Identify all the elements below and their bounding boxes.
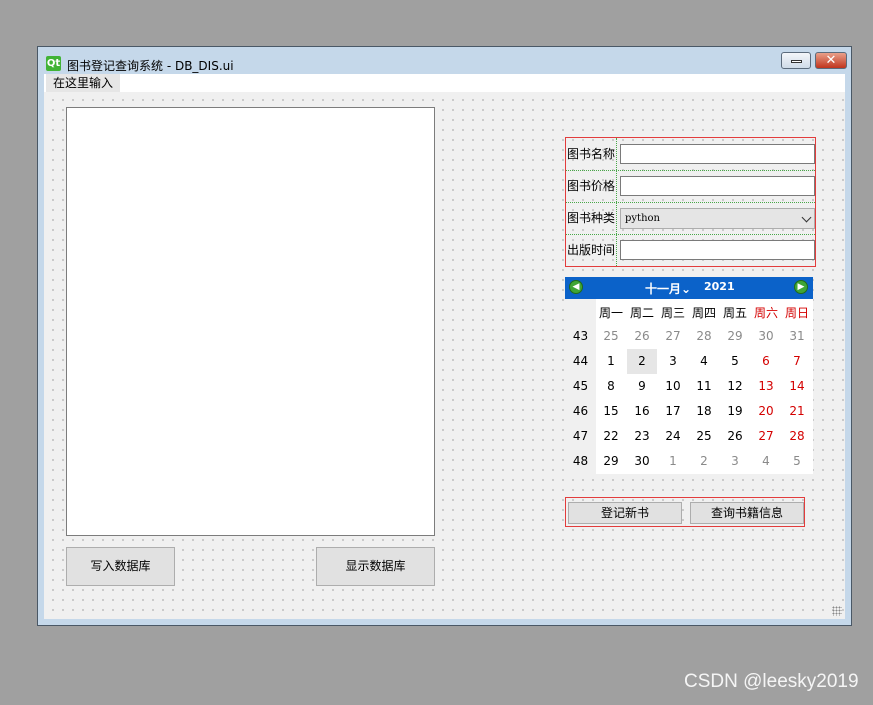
calendar-day[interactable]: 14: [782, 374, 812, 399]
qt-logo-icon: Qt: [46, 56, 61, 71]
calendar-day[interactable]: 17: [658, 399, 688, 424]
book-list-view[interactable]: [66, 107, 435, 536]
menu-placeholder-item[interactable]: 在这里输入: [46, 74, 121, 92]
calendar-day[interactable]: 7: [782, 349, 812, 374]
calendar-day[interactable]: 23: [627, 424, 657, 449]
window-title: 图书登记查询系统 - DB_DIS.ui: [67, 59, 234, 73]
calendar-day[interactable]: 21: [782, 399, 812, 424]
publish-calendar[interactable]: ◀ 十一月⌄ 2021 ▶ 周一 周二 周三 周四 周五 周六 周日 43 25 26 27 28 29…: [565, 277, 813, 474]
register-book-button[interactable]: 登记新书: [568, 502, 682, 524]
calendar-day[interactable]: 11: [689, 374, 719, 399]
publish-date-label: 出版时间: [566, 243, 615, 257]
weekday-header: 周六: [753, 306, 778, 320]
close-icon: ✕: [825, 53, 837, 68]
calendar-day[interactable]: 16: [627, 399, 657, 424]
close-button[interactable]: ✕: [815, 52, 847, 69]
week-number: 45: [572, 379, 589, 393]
calendar-day[interactable]: 6: [751, 349, 781, 374]
calendar-day[interactable]: 12: [720, 374, 750, 399]
book-category-value: python: [625, 213, 660, 224]
calendar-day[interactable]: 27: [658, 324, 688, 349]
weekday-header: 周一: [598, 306, 623, 320]
calendar-nav-bar: ◀ 十一月⌄ 2021 ▶: [565, 277, 813, 299]
weekday-header: 周三: [660, 306, 685, 320]
calendar-day[interactable]: 2: [689, 449, 719, 474]
calendar-day[interactable]: 2: [627, 349, 657, 374]
calendar-day[interactable]: 27: [751, 424, 781, 449]
form-row-divider: [566, 202, 815, 203]
calendar-day[interactable]: 26: [627, 324, 657, 349]
calendar-day[interactable]: 3: [658, 349, 688, 374]
book-category-select[interactable]: python: [620, 208, 815, 229]
calendar-day[interactable]: 30: [751, 324, 781, 349]
calendar-day[interactable]: 9: [627, 374, 657, 399]
calendar-day[interactable]: 4: [751, 449, 781, 474]
calendar-day[interactable]: 1: [596, 349, 626, 374]
chevron-down-icon: [801, 212, 812, 223]
central-widget: 写入数据库 显示数据库 图书名称 图书价格 图书种类 python 出版时间 ◀…: [44, 92, 845, 619]
calendar-day[interactable]: 28: [689, 324, 719, 349]
next-month-icon[interactable]: ▶: [794, 280, 808, 294]
week-number: 48: [572, 454, 589, 468]
calendar-day[interactable]: 24: [658, 424, 688, 449]
calendar-day[interactable]: 10: [658, 374, 688, 399]
week-number: 46: [572, 404, 589, 418]
form-row-divider: [566, 170, 815, 171]
calendar-day[interactable]: 13: [751, 374, 781, 399]
calendar-day[interactable]: 18: [689, 399, 719, 424]
calendar-day[interactable]: 5: [720, 349, 750, 374]
calendar-day[interactable]: 31: [782, 324, 812, 349]
calendar-day[interactable]: 3: [720, 449, 750, 474]
book-price-input[interactable]: [620, 176, 815, 196]
calendar-day[interactable]: 19: [720, 399, 750, 424]
main-window: Qt 图书登记查询系统 - DB_DIS.ui ✕ 在这里输入 写入数据库 显示…: [37, 46, 852, 626]
form-row-divider: [566, 234, 815, 235]
weekday-header: 周二: [629, 306, 654, 320]
prev-month-icon[interactable]: ◀: [569, 280, 583, 294]
weekday-header: 周五: [722, 306, 747, 320]
calendar-day[interactable]: 15: [596, 399, 626, 424]
calendar-month-selector[interactable]: 十一月⌄: [645, 280, 691, 297]
calendar-day[interactable]: 28: [782, 424, 812, 449]
week-number: 47: [572, 429, 589, 443]
title-bar[interactable]: Qt 图书登记查询系统 - DB_DIS.ui ✕: [38, 47, 851, 73]
book-name-label: 图书名称: [566, 147, 615, 161]
calendar-day[interactable]: 29: [720, 324, 750, 349]
minimize-icon: [791, 60, 802, 63]
weekday-header: 周日: [784, 306, 809, 320]
weekday-header: 周四: [691, 306, 716, 320]
menu-bar: 在这里输入: [44, 74, 845, 92]
calendar-day[interactable]: 26: [720, 424, 750, 449]
week-number: 43: [572, 329, 589, 343]
watermark: CSDN @leesky2019: [684, 671, 859, 692]
calendar-day[interactable]: 22: [596, 424, 626, 449]
calendar-day[interactable]: 29: [596, 449, 626, 474]
book-category-label: 图书种类: [566, 211, 615, 225]
calendar-day[interactable]: 8: [596, 374, 626, 399]
calendar-day[interactable]: 25: [596, 324, 626, 349]
week-number: 44: [572, 354, 589, 368]
book-form: 图书名称 图书价格 图书种类 python 出版时间: [565, 137, 816, 267]
calendar-day[interactable]: 5: [782, 449, 812, 474]
book-price-label: 图书价格: [566, 179, 615, 193]
show-database-button[interactable]: 显示数据库: [316, 547, 435, 586]
action-button-group: 登记新书 查询书籍信息: [565, 497, 805, 527]
resize-grip-icon[interactable]: [832, 606, 842, 616]
calendar-day[interactable]: 25: [689, 424, 719, 449]
write-database-button[interactable]: 写入数据库: [66, 547, 175, 586]
calendar-day[interactable]: 30: [627, 449, 657, 474]
calendar-year-selector[interactable]: 2021: [704, 280, 735, 293]
minimize-button[interactable]: [781, 52, 811, 69]
calendar-day[interactable]: 1: [658, 449, 688, 474]
calendar-day[interactable]: 4: [689, 349, 719, 374]
book-name-input[interactable]: [620, 144, 815, 164]
calendar-day[interactable]: 20: [751, 399, 781, 424]
publish-date-input[interactable]: [620, 240, 815, 260]
query-book-button[interactable]: 查询书籍信息: [690, 502, 804, 524]
